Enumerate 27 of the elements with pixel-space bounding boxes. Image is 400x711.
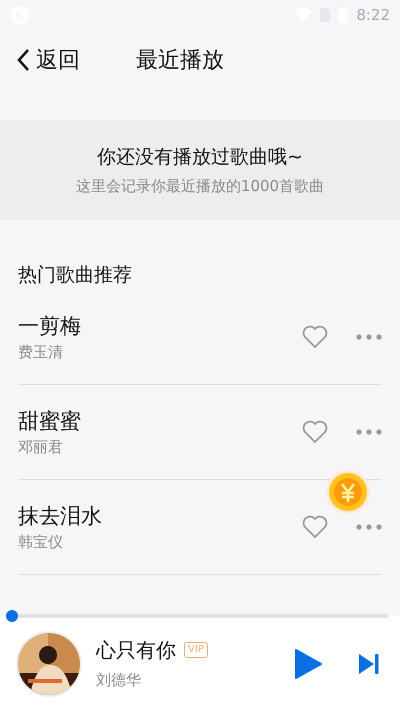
more-button[interactable] <box>356 524 382 530</box>
more-button[interactable] <box>356 334 382 340</box>
song-title[interactable]: 甜蜜蜜 <box>18 406 302 436</box>
song-artist: 费玉清 <box>18 342 64 363</box>
song-artist: 韩宝仪 <box>18 532 64 553</box>
song-title[interactable]: 一剪梅 <box>18 310 302 341</box>
progress-track[interactable] <box>6 610 388 622</box>
progress-thumb[interactable] <box>6 610 18 622</box>
coin-icon[interactable] <box>325 469 371 515</box>
back-icon <box>16 48 30 72</box>
like-button[interactable] <box>302 420 328 444</box>
next-button[interactable] <box>358 652 380 674</box>
page-title: 最近播放 <box>136 46 224 74</box>
notice-subtitle: 这里会记录你最近播放的1000首歌曲 <box>76 176 324 197</box>
notice-title: 你还没有播放过歌曲哦~ <box>97 144 303 170</box>
more-button[interactable] <box>356 429 382 435</box>
back-button[interactable]: 返回 <box>16 44 80 76</box>
vip-badge: VIP <box>184 642 208 658</box>
play-button[interactable] <box>294 648 322 680</box>
song-title[interactable]: 抹去泪水 <box>18 500 302 531</box>
like-button[interactable] <box>302 515 328 539</box>
like-button[interactable] <box>302 325 328 349</box>
now-playing-title: 心只有你 <box>96 637 176 664</box>
section-title: 热门歌曲推荐 <box>17 263 133 288</box>
now-playing-artist: 刘德华 <box>96 670 142 692</box>
song-artist: 邓丽君 <box>18 436 64 458</box>
status-time: 8:22 <box>356 4 390 26</box>
